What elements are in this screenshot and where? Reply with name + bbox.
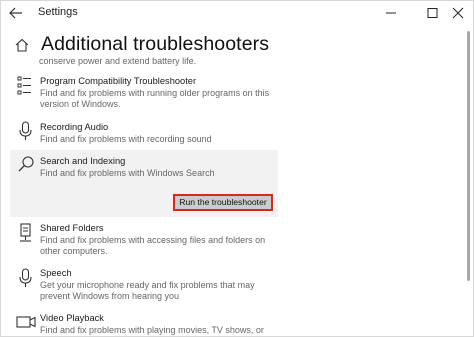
- list-icon: [15, 74, 37, 98]
- window-title: Settings: [38, 6, 78, 18]
- microphone-icon: [15, 267, 37, 291]
- minimize-button[interactable]: [380, 3, 402, 23]
- item-title: Shared Folders: [40, 223, 104, 233]
- item-description: Get your microphone ready and fix proble…: [40, 280, 255, 302]
- item-description: Find and fix problems with playing movie…: [40, 325, 264, 335]
- page-title: Additional troubleshooters: [41, 33, 270, 55]
- troubleshooter-search-indexing[interactable]: Search and Indexing Find and fix problem…: [9, 156, 277, 180]
- troubleshooter-program-compatibility[interactable]: Program Compatibility Troubleshooter Fin…: [9, 76, 277, 112]
- item-title: Speech: [40, 268, 72, 278]
- video-icon: [15, 313, 37, 336]
- troubleshooter-speech[interactable]: Speech Get your microphone ready and fix…: [9, 268, 277, 304]
- settings-window: Settings Additional troubleshooters cons…: [0, 0, 474, 337]
- troubleshooter-shared-folders[interactable]: Shared Folders Find and fix problems wit…: [9, 223, 277, 259]
- item-title: Video Playback: [40, 313, 104, 323]
- item-title: Recording Audio: [40, 122, 109, 132]
- item-description: Find and fix problems with recording sou…: [40, 134, 212, 144]
- vertical-scrollbar[interactable]: [467, 31, 470, 281]
- maximize-button[interactable]: [421, 3, 443, 23]
- troubleshooter-recording-audio[interactable]: Recording Audio Find and fix problems wi…: [9, 120, 277, 146]
- item-title: Program Compatibility Troubleshooter: [40, 76, 197, 86]
- search-icon: [15, 154, 37, 178]
- item-description: Find and fix problems with accessing fil…: [40, 235, 266, 257]
- troubleshooter-video-playback[interactable]: Video Playback Find and fix problems wit…: [9, 313, 277, 336]
- back-arrow-icon[interactable]: [7, 4, 25, 22]
- close-button[interactable]: [447, 3, 469, 23]
- partial-item-description: conserve power and extend battery life.: [39, 56, 197, 66]
- run-troubleshooter-button[interactable]: Run the troubleshooter: [173, 194, 273, 211]
- title-bar: Settings: [1, 1, 473, 25]
- home-icon[interactable]: [14, 37, 30, 53]
- item-description: Find and fix problems with running older…: [40, 88, 270, 110]
- server-icon: [15, 222, 37, 246]
- item-title: Search and Indexing: [40, 156, 126, 166]
- microphone-icon: [15, 120, 37, 144]
- item-description: Find and fix problems with Windows Searc…: [40, 168, 215, 178]
